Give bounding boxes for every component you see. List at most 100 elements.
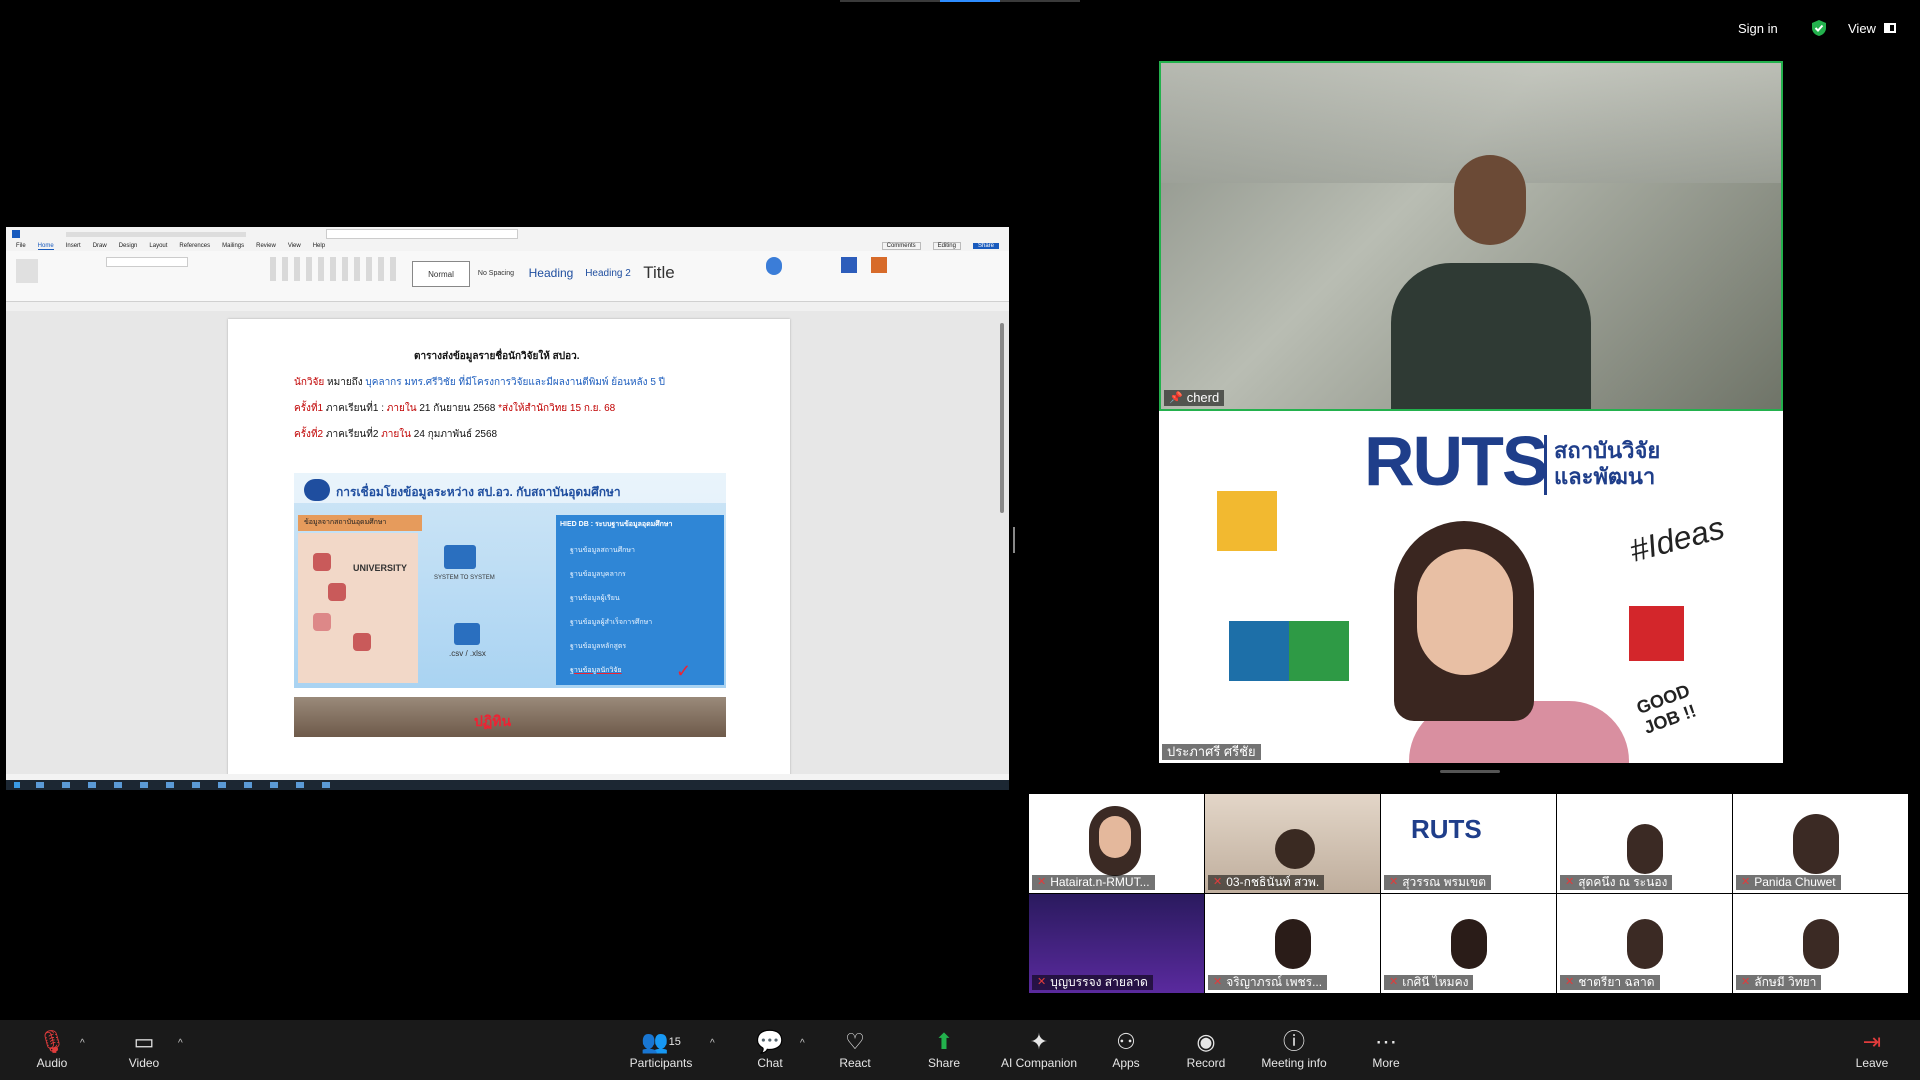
gallery-tile[interactable]: ✕ จริญาภรณ์ เพชร... xyxy=(1205,894,1380,993)
gallery-name: Hatairat.n-RMUT... xyxy=(1050,875,1150,889)
gallery-next-icon[interactable]: › xyxy=(1891,874,1898,897)
chat-options-chevron-icon[interactable]: ^ xyxy=(800,1038,805,1049)
participants-options-chevron-icon[interactable]: ^ xyxy=(710,1038,715,1049)
chat-button[interactable]: 💬 Chat xyxy=(750,1020,790,1080)
menu-references[interactable]: References xyxy=(179,243,210,249)
gallery-name: ลักษมี วิทยา xyxy=(1754,975,1817,989)
resize-handle[interactable] xyxy=(1440,770,1500,773)
csv-file-icon xyxy=(454,623,480,645)
font-name-field[interactable] xyxy=(106,257,188,267)
person-body xyxy=(1391,263,1591,409)
leave-button[interactable]: ⇥ Leave xyxy=(1852,1020,1892,1080)
menu-review[interactable]: Review xyxy=(256,243,276,249)
menu-help[interactable]: Help xyxy=(313,243,325,249)
shared-screen[interactable]: File Home Insert Draw Design Layout Refe… xyxy=(6,227,1009,790)
apps-button[interactable]: ⚇ Apps xyxy=(1106,1020,1146,1080)
word-share-button[interactable]: Share xyxy=(972,243,999,249)
puzzle-piece-blue xyxy=(1229,621,1289,681)
menu-home[interactable]: Home xyxy=(37,243,54,250)
react-button[interactable]: ♡ React xyxy=(835,1020,875,1080)
menu-draw[interactable]: Draw xyxy=(93,243,107,249)
add-ins-icon[interactable] xyxy=(871,257,887,273)
document-scrollbar[interactable] xyxy=(1000,323,1004,513)
taskbar-app-icons[interactable] xyxy=(36,782,336,788)
leave-icon: ⇥ xyxy=(1862,1029,1882,1054)
audio-button[interactable]: 🎙 Audio xyxy=(28,1020,76,1080)
pin-icon: 📌 xyxy=(1169,392,1183,404)
puzzle-piece-green xyxy=(1289,621,1349,681)
split-handle[interactable] xyxy=(1013,527,1015,553)
good-job-text: GOOD JOB !! xyxy=(1633,680,1699,738)
menu-mailings[interactable]: Mailings xyxy=(222,243,244,249)
gallery-name: สุดคนึง ณ ระนอง xyxy=(1578,875,1668,889)
participants-label: Participants xyxy=(629,1056,693,1070)
gallery-tile[interactable]: ✕ ชาตรียา ฉลาด xyxy=(1557,894,1732,993)
paste-icon[interactable] xyxy=(16,259,38,283)
style-heading-2[interactable]: Heading 2 xyxy=(582,261,634,285)
audio-options-chevron-icon[interactable]: ^ xyxy=(80,1038,85,1049)
share-screen-icon: ⬆ xyxy=(934,1029,954,1054)
gallery-tile[interactable]: RUTS ✕ สุวรรณ พรมเขต xyxy=(1381,794,1556,893)
view-label: View xyxy=(1848,20,1876,36)
gallery-tile[interactable]: ✕ Panida Chuwet xyxy=(1733,794,1908,893)
mic-off-icon: ✕ xyxy=(1565,976,1575,988)
second-speaker-name-tag: ประภาศรี ศรีชัย xyxy=(1162,744,1261,760)
mic-off-icon: ✕ xyxy=(1037,876,1047,888)
menu-design[interactable]: Design xyxy=(119,243,138,249)
video-label: Video xyxy=(128,1056,160,1070)
gallery-tile[interactable]: ✕ สุดคนึง ณ ระนอง xyxy=(1557,794,1732,893)
meeting-toolbar: 🎙 Audio ^ ▭ Video ^ 👥15 Participants ^ 💬… xyxy=(0,1020,1920,1080)
more-button[interactable]: ⋯ More xyxy=(1366,1020,1406,1080)
style-normal[interactable]: Normal xyxy=(412,261,470,287)
share-label: Share xyxy=(927,1056,961,1070)
document-line-3: ครั้งที่2 ภาคเรียนที่2 ภายใน 24 กุมภาพัน… xyxy=(294,429,498,440)
share-button[interactable]: ⬆ Share xyxy=(924,1020,964,1080)
second-speaker-name: ประภาศรี ศรีชัย xyxy=(1167,744,1256,759)
slide-db-item: ฐานข้อมูลนักวิจัย xyxy=(570,667,622,674)
ruts-logo-text: RUTS xyxy=(1364,422,1549,500)
record-button[interactable]: ◉ Record xyxy=(1184,1020,1228,1080)
menu-view[interactable]: View xyxy=(288,243,301,249)
menu-file[interactable]: File xyxy=(16,243,26,249)
participants-button[interactable]: 👥15 Participants xyxy=(625,1020,697,1080)
mic-off-icon: ✕ xyxy=(1741,976,1751,988)
style-no-spacing[interactable]: No Spacing xyxy=(471,261,521,285)
more-label: More xyxy=(1372,1056,1400,1070)
video-options-chevron-icon[interactable]: ^ xyxy=(178,1038,183,1049)
mic-off-icon: ✕ xyxy=(1741,876,1751,888)
ai-companion-button[interactable]: ✦ AI Companion xyxy=(998,1020,1080,1080)
gallery-tile[interactable]: ✕ Hatairat.n-RMUT... xyxy=(1029,794,1204,893)
gallery-name: ชาตรียา ฉลาด xyxy=(1578,975,1655,989)
gallery-tile[interactable]: ✕ เกศินี ไหมคง xyxy=(1381,894,1556,993)
speaker-name: cherd xyxy=(1186,390,1220,405)
active-speaker-video[interactable]: 📌 cherd xyxy=(1159,61,1783,411)
sign-in-button[interactable]: Sign in xyxy=(1738,14,1798,42)
menu-layout[interactable]: Layout xyxy=(149,243,167,249)
mic-off-icon: ✕ xyxy=(1213,876,1223,888)
gallery-name: สุวรรณ พรมเขต xyxy=(1402,875,1487,889)
gallery-tile[interactable]: ✕ บุญบรรจง สายลาด xyxy=(1029,894,1204,993)
heart-icon: ♡ xyxy=(845,1029,865,1054)
comments-button[interactable]: Comments xyxy=(881,242,921,250)
editing-button[interactable]: Editing xyxy=(932,242,961,250)
slide-db-item: ฐานข้อมูลผู้เรียน xyxy=(570,595,620,602)
view-button[interactable]: View xyxy=(1848,14,1896,42)
video-button[interactable]: ▭ Video xyxy=(120,1020,168,1080)
mic-muted-icon: 🎙 xyxy=(38,1029,66,1054)
gallery-tile[interactable]: ✕ 03-กชธินันท์ สวพ. xyxy=(1205,794,1380,893)
camera-icon: ▭ xyxy=(133,1029,155,1054)
paragraph-controls[interactable] xyxy=(270,257,400,281)
gallery-tile[interactable]: ✕ ลักษมี วิทยา xyxy=(1733,894,1908,993)
style-heading[interactable]: Heading xyxy=(524,261,578,285)
style-title[interactable]: Title xyxy=(636,261,682,285)
shield-icon[interactable] xyxy=(1810,14,1828,42)
windows-start-icon[interactable] xyxy=(14,782,20,788)
menu-insert[interactable]: Insert xyxy=(66,243,81,249)
slide-db-item: ฐานข้อมูลหลักสูตร xyxy=(570,643,627,650)
dictate-mic-icon[interactable] xyxy=(766,257,782,275)
editor-icon[interactable] xyxy=(841,257,857,273)
meeting-info-button[interactable]: ⓘ Meeting info xyxy=(1258,1020,1330,1080)
second-speaker-video[interactable]: RUTS สถาบันวิจัย และพัฒนา #Ideas GOOD JO… xyxy=(1159,411,1783,763)
mic-off-icon: ✕ xyxy=(1213,976,1223,988)
sign-in-label: Sign in xyxy=(1738,20,1778,36)
